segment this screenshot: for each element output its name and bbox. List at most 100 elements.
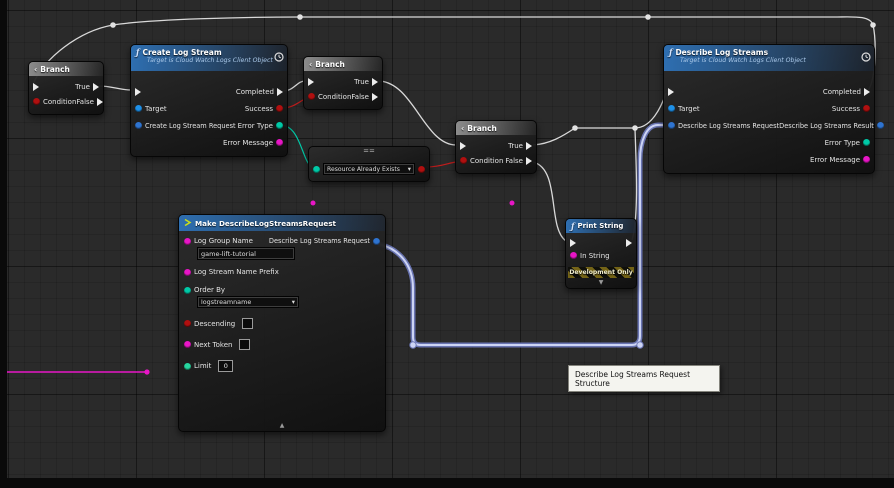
pin-label-true: True <box>508 142 523 150</box>
pin-label-target: Target <box>678 105 700 113</box>
exec-out-false-pin[interactable] <box>97 98 103 106</box>
function-icon: ƒ <box>136 47 139 57</box>
pin-label-error-message: Error Message <box>810 156 860 164</box>
collapse-arrow-icon[interactable]: ▲ <box>179 421 385 431</box>
dropdown-arrow-icon: ▾ <box>292 298 295 306</box>
exec-in-pin[interactable] <box>668 88 674 96</box>
pin-label-completed: Completed <box>236 88 274 96</box>
comment-tooltip: Describe Log Streams Request Structure <box>568 365 720 392</box>
exec-wire <box>533 162 566 241</box>
pin-label-request: Describe Log Streams Request <box>678 122 779 130</box>
exec-out-pin[interactable] <box>626 239 632 247</box>
exec-in-pin[interactable] <box>460 142 466 150</box>
output-struct-pin[interactable] <box>373 238 380 245</box>
exec-in-pin[interactable] <box>570 239 576 247</box>
exec-out-false-pin[interactable] <box>372 93 378 101</box>
node-title: Branch <box>315 60 345 69</box>
exec-in-pin[interactable] <box>33 83 39 91</box>
branch-icon: ‹ <box>309 60 312 69</box>
equal-enum-node[interactable]: == Resource Already Exists ▾ <box>308 146 430 182</box>
pin-label-order-by: Order By <box>194 286 225 294</box>
request-pin[interactable] <box>135 122 142 129</box>
error-type-pin[interactable] <box>276 122 283 129</box>
condition-pin[interactable] <box>33 98 40 105</box>
node-title: Create Log Stream <box>142 48 221 57</box>
bool-wire <box>426 162 456 167</box>
reroute-node[interactable] <box>645 14 651 20</box>
expand-arrow-icon[interactable]: ▼ <box>566 278 636 288</box>
limit-input[interactable]: 0 <box>218 360 233 372</box>
string-wire-end[interactable] <box>144 369 149 374</box>
node-title: Make DescribeLogStreamsRequest <box>195 219 336 228</box>
log-stream-name-prefix-pin[interactable] <box>184 269 191 276</box>
descending-pin[interactable] <box>184 320 191 327</box>
pin-label-completed: Completed <box>823 88 861 96</box>
blueprint-graph-canvas[interactable]: ‹ Branch True Condition False ƒCreate Lo… <box>0 0 894 488</box>
branch-icon: ‹ <box>461 124 464 133</box>
exec-out-true-pin[interactable] <box>526 142 532 150</box>
completed-exec-out-pin[interactable] <box>864 88 870 96</box>
log-group-name-pin[interactable] <box>184 238 191 245</box>
branch-node-1[interactable]: ‹ Branch True Condition False <box>28 61 104 115</box>
error-message-pin[interactable] <box>276 139 283 146</box>
string-pin-dangling[interactable] <box>510 201 515 206</box>
node-title: Print String <box>577 222 623 230</box>
latent-clock-icon <box>861 47 871 66</box>
branch-icon: ‹ <box>34 65 37 74</box>
error-type-pin[interactable] <box>863 139 870 146</box>
order-by-dropdown[interactable]: logstreamname ▾ <box>197 296 299 308</box>
reroute-node[interactable] <box>870 22 876 28</box>
log-group-name-input[interactable] <box>197 247 295 260</box>
pin-label-limit: Limit <box>194 362 211 370</box>
reroute-node-struct[interactable] <box>410 342 416 348</box>
exec-out-false-pin[interactable] <box>526 157 532 165</box>
describe-log-streams-node[interactable]: ƒDescribe Log Streams Target is Cloud Wa… <box>663 44 875 174</box>
condition-pin[interactable] <box>308 93 315 100</box>
next-token-field[interactable] <box>239 339 250 350</box>
in-string-pin[interactable] <box>570 252 577 259</box>
result-pin[interactable] <box>877 122 884 129</box>
success-pin[interactable] <box>863 105 870 112</box>
branch-node-3[interactable]: ‹ Branch True Condition False <box>455 120 537 174</box>
success-pin[interactable] <box>276 105 283 112</box>
order-by-pin[interactable] <box>184 287 191 294</box>
reroute-node[interactable] <box>297 14 303 20</box>
node-header: Make DescribeLogStreamsRequest <box>179 215 385 231</box>
order-by-selected-value: logstreamname <box>201 298 251 306</box>
limit-pin[interactable] <box>184 363 191 370</box>
bool-result-pin[interactable] <box>418 166 425 173</box>
pin-label-target: Target <box>145 105 167 113</box>
branch-node-2[interactable]: ‹ Branch True Condition False <box>303 56 383 110</box>
reroute-node[interactable] <box>572 125 578 131</box>
print-string-node[interactable]: ƒ Print String In String Development Onl… <box>565 218 637 289</box>
pin-label-log-stream-name-prefix: Log Stream Name Prefix <box>194 268 279 276</box>
latent-clock-icon <box>274 47 284 66</box>
next-token-pin[interactable] <box>184 341 191 348</box>
string-pin-dangling[interactable] <box>311 201 316 206</box>
node-subtitle: Target is Cloud Watch Logs Client Object <box>147 57 282 64</box>
exec-in-pin[interactable] <box>308 78 314 86</box>
target-pin[interactable] <box>135 105 142 112</box>
enum-selected-value: Resource Already Exists <box>327 166 400 173</box>
request-pin[interactable] <box>668 122 675 129</box>
descending-checkbox[interactable] <box>242 318 253 329</box>
target-pin[interactable] <box>668 105 675 112</box>
enum-value-dropdown[interactable]: Resource Already Exists ▾ <box>323 163 415 175</box>
reroute-node-struct[interactable] <box>637 342 643 348</box>
make-describe-log-streams-request-node[interactable]: Make DescribeLogStreamsRequest Log Group… <box>178 214 386 432</box>
struct-icon <box>184 218 192 229</box>
enum-input-pin[interactable] <box>313 166 320 173</box>
pin-label-true: True <box>75 83 90 91</box>
node-subtitle: Target is Cloud Watch Logs Client Object <box>680 57 869 64</box>
exec-out-true-pin[interactable] <box>93 83 99 91</box>
reroute-node[interactable] <box>110 22 116 28</box>
reroute-node[interactable] <box>632 125 638 131</box>
exec-in-pin[interactable] <box>135 88 141 96</box>
create-log-stream-node[interactable]: ƒCreate Log Stream Target is Cloud Watch… <box>130 44 288 157</box>
pin-label-condition: Condition <box>470 157 503 165</box>
exec-out-true-pin[interactable] <box>372 78 378 86</box>
completed-exec-out-pin[interactable] <box>277 88 283 96</box>
condition-pin[interactable] <box>460 157 467 164</box>
pin-label-false: False <box>76 98 94 106</box>
error-message-pin[interactable] <box>863 156 870 163</box>
